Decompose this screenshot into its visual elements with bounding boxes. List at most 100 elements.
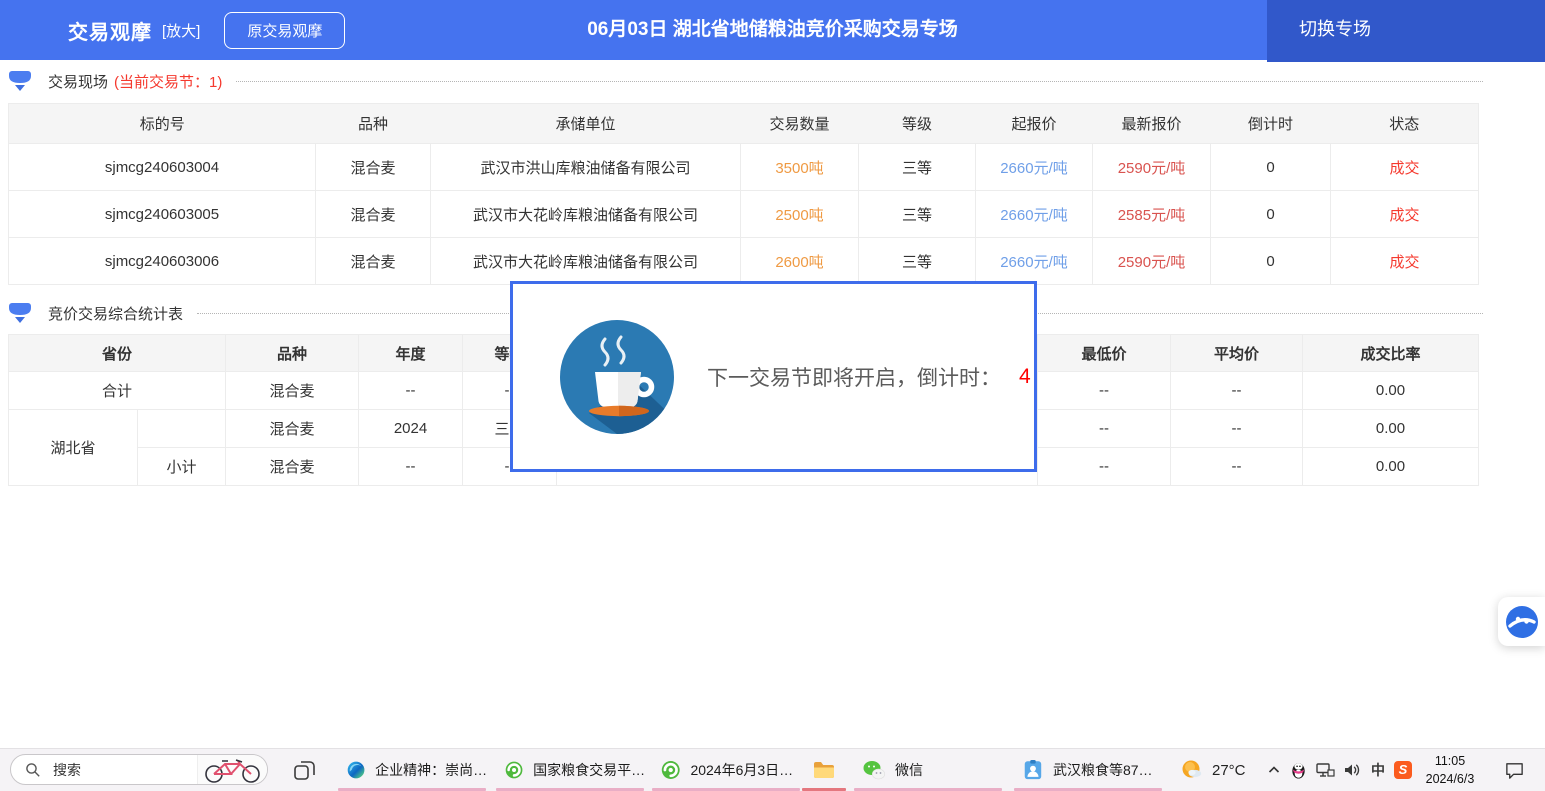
cell-grade: 三等 — [859, 191, 976, 238]
cell-avg-price: -- — [1171, 448, 1303, 486]
next-session-countdown-dialog: 下一交易节即将开启，倒计时： 4 — [510, 281, 1037, 472]
column-header-year: 年度 — [359, 335, 463, 372]
sun-cloud-icon — [1180, 758, 1204, 782]
qq-icon[interactable] — [1289, 760, 1308, 780]
cell-lot: sjmcg240603005 — [9, 191, 316, 238]
cell-depot: 武汉市洪山库粮油储备有限公司 — [431, 144, 741, 191]
cell-province: 湖北省 — [9, 410, 138, 486]
table-row: sjmcg240603004 混合麦 武汉市洪山库粮油储备有限公司 3500吨 … — [9, 144, 1479, 191]
side-assistant-button[interactable] — [1498, 597, 1545, 646]
cell-deal-ratio: 0.00 — [1303, 448, 1479, 486]
file-explorer-icon — [812, 758, 836, 782]
cell-province: 合计 — [9, 372, 226, 410]
cell-variety: 混合麦 — [226, 372, 359, 410]
taskbar-app-label: 2024年6月3日地... — [690, 760, 802, 780]
column-header-depot: 承储单位 — [431, 104, 741, 144]
cell-variety: 混合麦 — [316, 191, 431, 238]
column-header-province: 省份 — [9, 335, 226, 372]
section-badge-icon — [8, 303, 32, 324]
cell-variety: 混合麦 — [226, 410, 359, 448]
table-row: sjmcg240603005 混合麦 武汉市大花岭库粮油储备有限公司 2500吨… — [9, 191, 1479, 238]
task-view-icon[interactable] — [292, 758, 317, 783]
cell-variety: 混合麦 — [316, 144, 431, 191]
clock-date: 2024/6/3 — [1426, 770, 1475, 788]
taskbar-app-wechat[interactable]: 微信 — [852, 749, 1004, 791]
cell-countdown: 0 — [1211, 238, 1331, 285]
taskbar-weather-widget[interactable]: 27°C — [1180, 749, 1246, 791]
stats-section-title: 竞价交易综合统计表 — [48, 303, 183, 324]
cell-avg-price: -- — [1171, 410, 1303, 448]
cell-start-price: 2660元/吨 — [976, 191, 1093, 238]
cell-deal-ratio: 0.00 — [1303, 372, 1479, 410]
live-section-header: 交易现场 (当前交易节：1) — [0, 62, 1545, 100]
column-header-countdown: 倒计时 — [1211, 104, 1331, 144]
cell-year: -- — [359, 448, 463, 486]
switch-venue-label: 切换专场 — [1299, 19, 1371, 39]
cell-countdown: 0 — [1211, 144, 1331, 191]
column-header-latest-price: 最新报价 — [1093, 104, 1211, 144]
live-trading-table: 标的号 品种 承储单位 交易数量 等级 起报价 最新报价 倒计时 状态 sjmc… — [8, 103, 1479, 285]
enlarge-link[interactable]: [放大] — [162, 20, 200, 41]
cell-variety: 混合麦 — [226, 448, 359, 486]
app-title: 交易观摩 — [68, 16, 152, 45]
wechat-icon — [862, 759, 886, 781]
search-highlight-image[interactable] — [197, 755, 267, 784]
cell-subtotal-label: 小计 — [138, 448, 226, 486]
taskbar-app-file-explorer[interactable] — [800, 749, 848, 791]
taskbar-app-edge[interactable]: 企业精神：崇尚执... — [336, 749, 488, 791]
table-row: sjmcg240603006 混合麦 武汉市大花岭库粮油储备有限公司 2600吨… — [9, 238, 1479, 285]
volume-icon[interactable] — [1342, 760, 1362, 780]
cell-countdown: 0 — [1211, 191, 1331, 238]
column-header-lot: 标的号 — [9, 104, 316, 144]
cell-latest-price: 2590元/吨 — [1093, 144, 1211, 191]
live-section-title: 交易现场 — [48, 71, 108, 92]
cell-qty: 2600吨 — [741, 238, 859, 285]
search-icon — [25, 762, 41, 778]
ime-language-indicator[interactable]: 中 — [1369, 760, 1387, 780]
cell-start-price: 2660元/吨 — [976, 238, 1093, 285]
section-badge-icon — [8, 71, 32, 92]
assistant-icon — [1505, 605, 1539, 639]
edge-browser-icon — [346, 759, 366, 781]
taskbar-app-trading-page[interactable]: 2024年6月3日地... — [650, 749, 802, 791]
column-header-status: 状态 — [1331, 104, 1479, 144]
taskbar-search-box[interactable]: 搜索 — [10, 754, 268, 785]
contacts-icon — [1022, 759, 1044, 781]
taskbar-app-contacts-document[interactable]: 武汉粮食等87个... — [1012, 749, 1164, 791]
network-icon[interactable] — [1315, 760, 1335, 780]
column-header-deal-ratio: 成交比率 — [1303, 335, 1479, 372]
taskbar-clock[interactable]: 11:05 2024/6/3 — [1410, 749, 1490, 791]
bicycle-icon — [202, 757, 264, 783]
cell-depot: 武汉市大花岭库粮油储备有限公司 — [431, 191, 741, 238]
cell-deal-ratio: 0.00 — [1303, 410, 1479, 448]
cell-min-price: -- — [1038, 410, 1171, 448]
taskbar-app-label: 武汉粮食等87个... — [1053, 760, 1164, 780]
switch-venue-button[interactable]: 切换专场 — [1267, 0, 1545, 62]
column-header-variety: 品种 — [316, 104, 431, 144]
cell-qty: 3500吨 — [741, 144, 859, 191]
windows-taskbar: 搜索 企业精神：崇尚执... 国家粮食交易平台 — [0, 748, 1545, 791]
countdown-value: 4 — [1019, 365, 1031, 389]
notification-center-icon[interactable] — [1504, 760, 1525, 781]
cell-year: -- — [359, 372, 463, 410]
cell-grade: 三等 — [859, 238, 976, 285]
temperature-label: 27°C — [1212, 762, 1246, 779]
cell-grade: 三等 — [859, 144, 976, 191]
system-tray: 中 S — [1266, 749, 1412, 791]
cell-lot: sjmcg240603004 — [9, 144, 316, 191]
green-browser-icon — [660, 759, 681, 781]
column-header-min-price: 最低价 — [1038, 335, 1171, 372]
cell-min-price: -- — [1038, 448, 1171, 486]
taskbar-app-label: 国家粮食交易平台... — [533, 760, 646, 780]
taskbar-app-label: 微信 — [895, 760, 923, 780]
brand-area: 交易观摩 [放大] 原交易观摩 — [68, 0, 345, 60]
cell-start-price: 2660元/吨 — [976, 144, 1093, 191]
taskbar-app-grain-platform[interactable]: 国家粮食交易平台... — [494, 749, 646, 791]
dotted-divider — [236, 81, 1483, 82]
cell-latest-price: 2590元/吨 — [1093, 238, 1211, 285]
cell-qty: 2500吨 — [741, 191, 859, 238]
search-placeholder-label: 搜索 — [53, 760, 197, 780]
original-view-button[interactable]: 原交易观摩 — [224, 12, 345, 49]
column-header-variety: 品种 — [226, 335, 359, 372]
chevron-up-icon[interactable] — [1266, 762, 1282, 778]
